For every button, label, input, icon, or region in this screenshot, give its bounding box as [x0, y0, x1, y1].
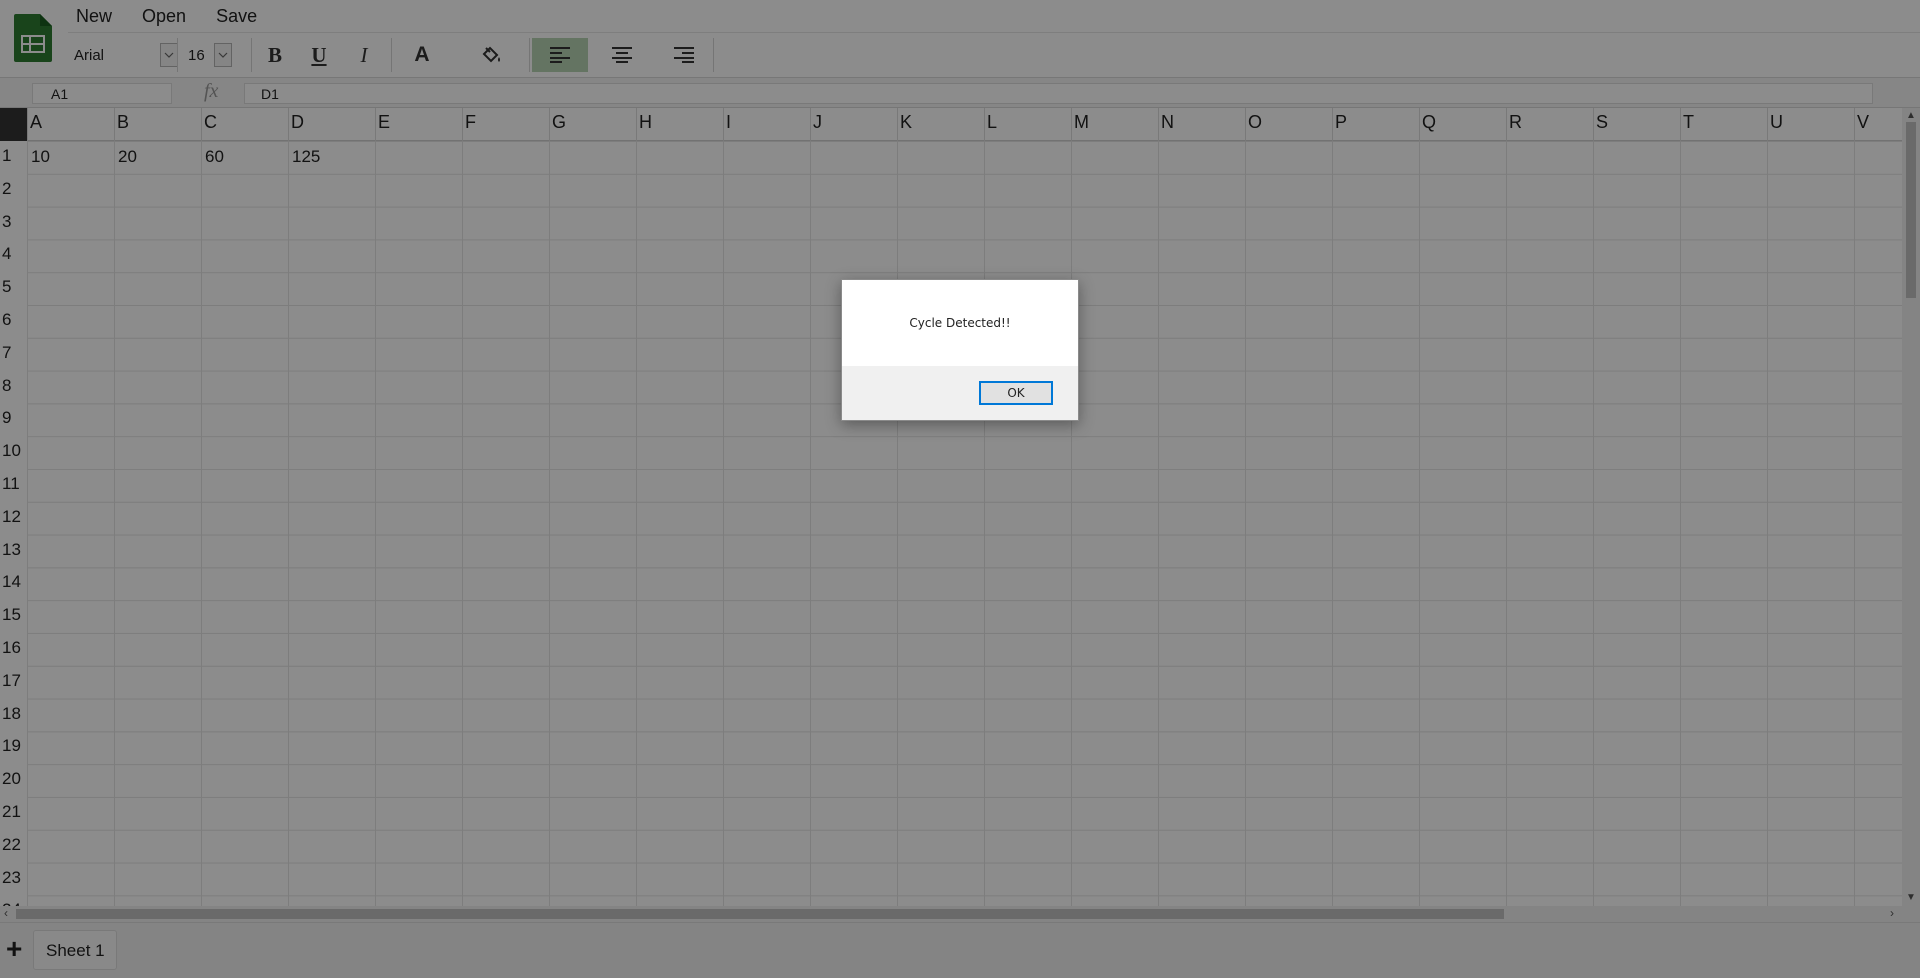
alert-message: Cycle Detected!! [909, 316, 1011, 330]
ok-button[interactable]: OK [979, 381, 1053, 405]
alert-dialog: Cycle Detected!! OK [841, 279, 1079, 421]
modal-overlay [0, 0, 1920, 978]
alert-footer: OK [842, 366, 1078, 420]
